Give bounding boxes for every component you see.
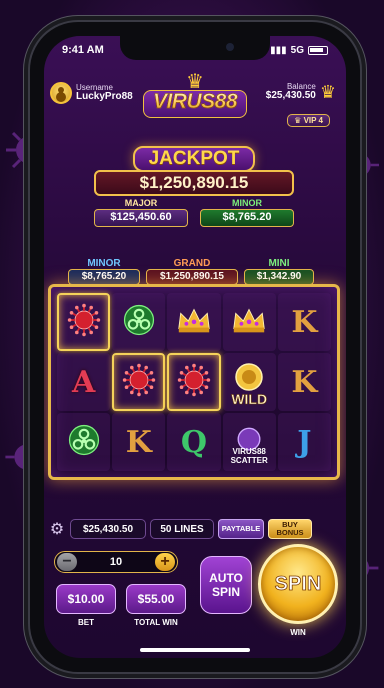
stepper-value: 10 bbox=[109, 556, 123, 568]
letter-symbol: Q bbox=[180, 424, 208, 460]
biohazard-symbol-icon bbox=[122, 303, 156, 342]
bet-value[interactable]: $10.00 bbox=[56, 584, 116, 614]
crown-icon: ♛ bbox=[186, 71, 204, 93]
info-bar: ⚙ $25,430.50 50 LINES PAYTABLE BUY BONUS bbox=[48, 518, 342, 540]
minor-jackpot: MINOR $8,765.20 bbox=[200, 198, 294, 227]
minor-value: $8,765.20 bbox=[200, 209, 294, 227]
reel-cell bbox=[57, 413, 111, 471]
minor-label: MINOR bbox=[232, 198, 262, 208]
letter-symbol: K bbox=[125, 424, 152, 460]
reel-cell bbox=[112, 353, 166, 411]
jackpot-panel: JACKPOT $1,250,890.15 MAJOR $125,450.60 … bbox=[94, 146, 294, 246]
vip-badge[interactable]: ♛ VIP 4 bbox=[287, 114, 330, 127]
letter-symbol: A bbox=[71, 364, 96, 400]
letter-symbol: K bbox=[291, 304, 318, 340]
reel-cell: A bbox=[57, 353, 111, 411]
crown-symbol-icon bbox=[175, 305, 213, 340]
biohazard-symbol-icon bbox=[67, 423, 101, 462]
signal-icon: ▮▮▮ bbox=[270, 44, 287, 56]
bet-label: BET bbox=[78, 618, 94, 627]
avatar[interactable] bbox=[50, 82, 72, 104]
progressive-grand-value: $1,250,890.15 bbox=[146, 269, 238, 285]
reel-cell: K bbox=[277, 293, 331, 351]
logo-text: VIRUS88 bbox=[137, 90, 253, 114]
balance-value: $25,430.50 bbox=[265, 90, 316, 102]
auto-spin-button[interactable]: AUTO SPIN bbox=[200, 556, 252, 614]
increase-bet-button[interactable]: + bbox=[155, 553, 175, 571]
progressive-grand: GRAND $1,250,890.15 bbox=[146, 258, 238, 285]
scatter-label: VIRUS88 SCATTER bbox=[230, 447, 268, 465]
notch bbox=[120, 36, 270, 60]
progressive-mini-value: $1,342.90 bbox=[244, 269, 314, 285]
wild-label: WILD bbox=[231, 391, 268, 408]
user-profile[interactable]: Username LuckyPro88 bbox=[50, 82, 133, 104]
phone-frame: 9:41 AM ▮▮▮ 5G Username LuckyPro88 ♛ VIR… bbox=[30, 22, 360, 672]
paytable-button[interactable]: PAYTABLE bbox=[218, 519, 264, 539]
reel-cell: Q bbox=[167, 413, 221, 471]
progressive-mini: MINI $1,342.90 bbox=[244, 258, 314, 285]
virus-symbol-icon bbox=[66, 302, 102, 343]
balance-display: Balance $25,430.50 ♛ bbox=[266, 82, 336, 103]
reel-cell bbox=[222, 293, 276, 351]
letter-symbol: K bbox=[291, 364, 318, 400]
total-win-value: $55.00 bbox=[126, 584, 186, 614]
reel-cell: K bbox=[277, 353, 331, 411]
header: Username LuckyPro88 ♛ VIRUS88 Balance $2… bbox=[44, 64, 346, 128]
reel-cell: VIRUS88 SCATTER bbox=[222, 413, 276, 471]
crown-symbol-icon bbox=[230, 305, 268, 340]
reel-cell: J bbox=[277, 413, 331, 471]
progressive-grand-label: GRAND bbox=[173, 258, 211, 269]
bet-stepper: − 10 + bbox=[54, 551, 178, 573]
progressive-minor-label: MINOR bbox=[87, 258, 121, 269]
virus-symbol-icon bbox=[121, 362, 157, 403]
virus-symbol-icon bbox=[176, 362, 212, 403]
vip-crown-icon: ♛ bbox=[294, 116, 304, 125]
lines-selector[interactable]: 50 LINES bbox=[150, 519, 214, 539]
letter-symbol: J bbox=[297, 424, 312, 460]
major-label: MAJOR bbox=[124, 198, 158, 208]
reel-cell bbox=[167, 353, 221, 411]
decrease-bet-button[interactable]: − bbox=[57, 553, 77, 571]
buy-bonus-button[interactable]: BUY BONUS bbox=[268, 519, 312, 539]
status-time: 9:41 AM bbox=[62, 44, 104, 56]
battery-icon bbox=[308, 45, 328, 55]
game-logo: ♛ VIRUS88 bbox=[137, 71, 253, 118]
major-value: $125,450.60 bbox=[94, 209, 188, 227]
progressive-mini-label: MINI bbox=[268, 258, 290, 269]
reel-cell: K bbox=[112, 413, 166, 471]
username-value: LuckyPro88 bbox=[76, 90, 133, 102]
spin-sublabel: WIN bbox=[290, 628, 306, 637]
home-indicator[interactable] bbox=[140, 648, 250, 652]
major-jackpot: MAJOR $125,450.60 bbox=[94, 198, 188, 227]
reel-cell bbox=[57, 293, 111, 351]
total-win-label: TOTAL WIN bbox=[134, 618, 178, 627]
crown-icon: ♛ bbox=[319, 82, 336, 102]
reel-grid: K A WILD K K Q VIRUS88 SCATTER J bbox=[57, 293, 331, 471]
gear-icon[interactable]: ⚙ bbox=[48, 519, 66, 539]
reel-cell bbox=[112, 293, 166, 351]
bar-balance: $25,430.50 bbox=[70, 519, 146, 539]
network-label: 5G bbox=[290, 44, 304, 56]
progressive-minor-value: $8,765.20 bbox=[68, 269, 140, 285]
progressive-minor: MINOR $8,765.20 bbox=[68, 258, 140, 285]
jackpot-title: JACKPOT bbox=[133, 146, 255, 172]
reel-cell bbox=[167, 293, 221, 351]
spin-button[interactable]: SPIN bbox=[258, 544, 338, 624]
reel-cell: WILD bbox=[222, 353, 276, 411]
slot-reels: K A WILD K K Q VIRUS88 SCATTER J bbox=[48, 284, 340, 480]
game-screen: 9:41 AM ▮▮▮ 5G Username LuckyPro88 ♛ VIR… bbox=[44, 36, 346, 658]
jackpot-amount: $1,250,890.15 bbox=[94, 170, 294, 196]
vip-label: VIP 4 bbox=[303, 116, 323, 125]
